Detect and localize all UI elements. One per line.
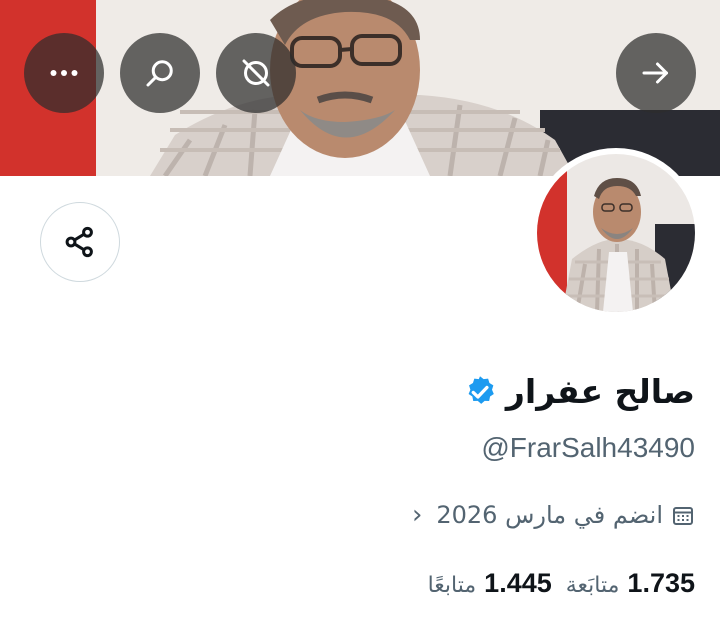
followers-link[interactable]: 1.445 متابعًا: [428, 568, 552, 599]
joined-date: انضم في مارس 2026: [436, 501, 663, 529]
followers-label: متابعًا: [427, 573, 477, 598]
joined-date-row: انضم في مارس 2026 ‹: [412, 500, 695, 530]
follow-stats: 1.735 متابَعة 1.445 متابعًا: [428, 568, 695, 599]
profile-avatar[interactable]: [531, 148, 701, 318]
more-horizontal-icon: [50, 70, 78, 76]
search-button[interactable]: [120, 33, 200, 113]
followers-count: 1.445: [484, 568, 552, 598]
following-label: متابَعة: [565, 573, 620, 598]
share-button[interactable]: [40, 202, 120, 282]
search-icon: [146, 60, 173, 87]
grok-icon: [242, 59, 270, 87]
following-count: 1.735: [627, 568, 695, 598]
calendar-icon: [671, 503, 695, 527]
grok-button[interactable]: [216, 33, 296, 113]
profile-handle: @FrarSalh43490: [481, 432, 695, 463]
arrow-right-icon: [642, 62, 668, 84]
display-name: صالح عفرار: [505, 372, 695, 411]
name-row: صالح عفرار: [462, 372, 695, 411]
verified-badge-icon[interactable]: [462, 374, 498, 410]
chevron-left-icon[interactable]: ‹: [412, 500, 422, 530]
forward-button[interactable]: [616, 33, 696, 113]
more-button[interactable]: [24, 33, 104, 113]
share-icon: [65, 226, 93, 258]
following-link[interactable]: 1.735 متابَعة: [566, 568, 695, 599]
avatar-photo: [537, 154, 695, 312]
